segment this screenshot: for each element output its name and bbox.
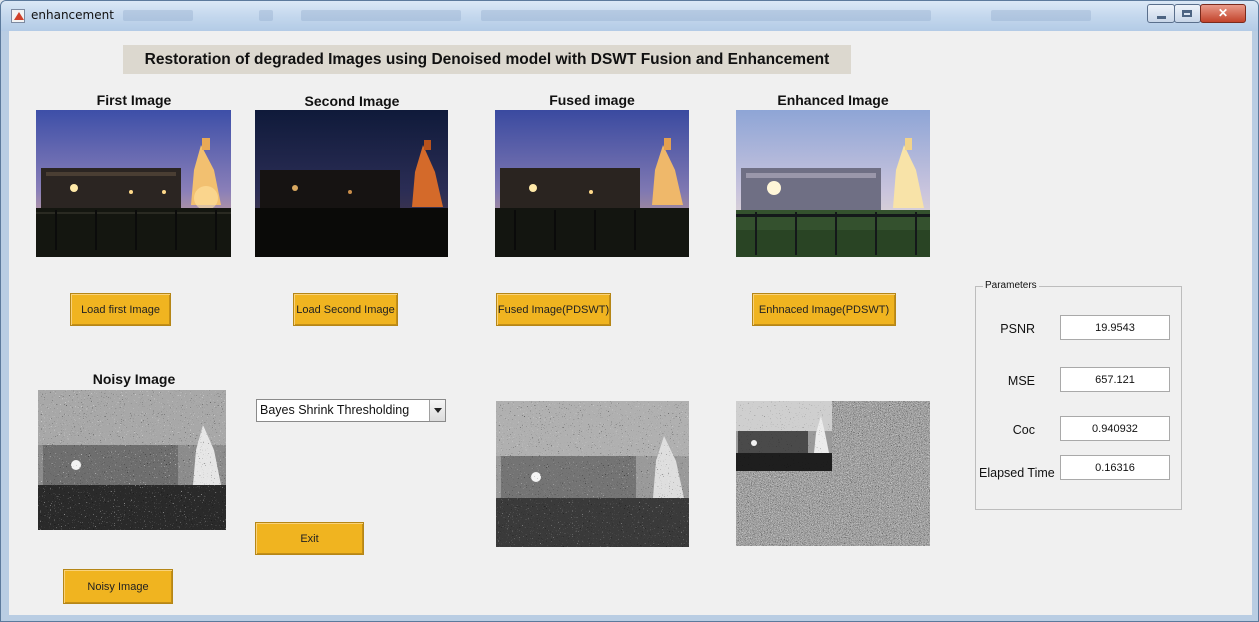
window-title: enhancement: [31, 8, 114, 22]
psnr-field[interactable]: 19.9543: [1060, 315, 1170, 340]
close-button[interactable]: ✕: [1200, 4, 1246, 23]
mse-label: MSE: [1007, 374, 1035, 388]
second-image-axes: [255, 110, 448, 257]
load-second-image-label: Load Second Image: [296, 303, 395, 316]
figure-client-area: Restoration of degraded Images using Den…: [9, 31, 1252, 615]
window-border: [1, 615, 1258, 621]
fused-image-axes: [495, 110, 689, 257]
page-title: Restoration of degraded Images using Den…: [123, 45, 851, 74]
enhanced-image-axes: [736, 110, 930, 257]
enhanced-image-button[interactable]: Enhnaced Image(PDSWT): [752, 293, 896, 326]
minimize-icon: [1157, 16, 1166, 19]
load-first-image-button[interactable]: Load first Image: [70, 293, 171, 326]
titlebar-decoration: [259, 10, 273, 21]
exit-button[interactable]: Exit: [255, 522, 364, 555]
titlebar-decoration: [123, 10, 193, 21]
maximize-button[interactable]: [1174, 4, 1201, 23]
threshold-method-value: Bayes Shrink Thresholding: [260, 403, 410, 417]
second-image-heading: Second Image: [304, 93, 400, 109]
coc-field[interactable]: 0.940932: [1060, 416, 1170, 441]
elapsed-time-field[interactable]: 0.16316: [1060, 455, 1170, 480]
window-border: [1252, 31, 1258, 621]
minimize-button[interactable]: [1147, 4, 1175, 23]
noisy-image-button[interactable]: Noisy Image: [63, 569, 173, 604]
enhanced-noisy-image-axes: [736, 401, 930, 546]
fused-noisy-image-axes: [496, 401, 689, 547]
first-image-axes: [36, 110, 231, 257]
app-window: enhancement ✕ Restoration of degraded Im…: [0, 0, 1259, 622]
coc-label: Coc: [1012, 423, 1035, 437]
dropdown-arrow-icon[interactable]: [429, 400, 445, 421]
title-bar[interactable]: enhancement ✕: [1, 1, 1258, 31]
enhanced-image-label: Enhnaced Image(PDSWT): [758, 303, 890, 316]
load-second-image-button[interactable]: Load Second Image: [293, 293, 398, 326]
fused-image-label: Fused Image(PDSWT): [497, 303, 610, 316]
titlebar-decoration: [991, 10, 1091, 21]
parameters-panel-title: Parameters: [983, 280, 1039, 291]
window-border: [1, 31, 9, 621]
mse-field[interactable]: 657.121: [1060, 367, 1170, 392]
elapsed-time-label: Elapsed Time: [979, 466, 1055, 480]
fused-image-button[interactable]: Fused Image(PDSWT): [496, 293, 611, 326]
fused-image-heading: Fused image: [549, 92, 635, 108]
matlab-figure-icon: [11, 9, 25, 23]
load-first-image-label: Load first Image: [81, 303, 160, 316]
titlebar-decoration: [301, 10, 461, 21]
close-icon: ✕: [1217, 6, 1229, 20]
titlebar-decoration: [481, 10, 931, 21]
maximize-icon: [1182, 10, 1192, 17]
exit-label: Exit: [300, 532, 319, 545]
psnr-label: PSNR: [1000, 322, 1035, 336]
enhanced-image-heading: Enhanced Image: [777, 92, 889, 108]
noisy-image-heading: Noisy Image: [92, 371, 176, 387]
first-image-heading: First Image: [96, 92, 172, 108]
threshold-method-select[interactable]: Bayes Shrink Thresholding: [256, 399, 446, 422]
noisy-image-label: Noisy Image: [87, 580, 149, 593]
noisy-image-axes: [38, 390, 226, 530]
